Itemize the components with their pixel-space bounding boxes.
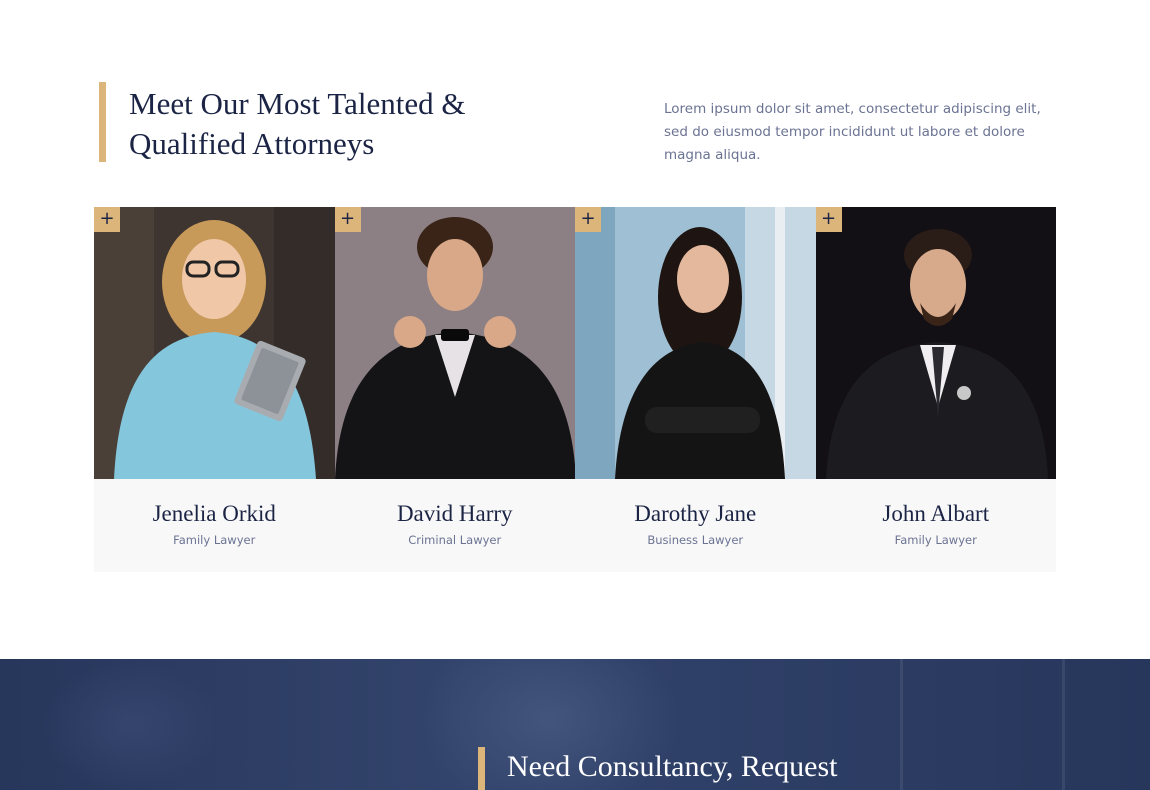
attorney-info: Darothy Jane Business Lawyer	[575, 479, 816, 572]
banner-background-streak	[1062, 659, 1065, 790]
woman-arms-crossed-photo	[575, 207, 816, 479]
title-accent-bar	[99, 82, 106, 162]
consultancy-accent-bar	[478, 747, 485, 790]
attorney-info: Jenelia Orkid Family Lawyer	[94, 479, 335, 572]
team-card-david-harry: + David Harry Criminal Lawyer	[334, 207, 576, 572]
attorney-role: Business Lawyer	[647, 533, 744, 547]
team-grid: + Jenelia Orkid Family Lawyer + David Ha…	[94, 207, 1056, 572]
consultancy-banner: Need Consultancy, Request	[0, 659, 1150, 790]
attorney-name[interactable]: Jenelia Orkid	[94, 479, 335, 529]
banner-background-streak	[900, 659, 903, 790]
team-card-jenelia-orkid: + Jenelia Orkid Family Lawyer	[94, 207, 335, 572]
attorney-role: Family Lawyer	[173, 533, 256, 547]
man-adjusting-tie-photo	[815, 207, 1056, 479]
team-card-darothy-jane: + Darothy Jane Business Lawyer	[575, 207, 816, 572]
attorney-photo: +	[815, 207, 1056, 479]
section-title-line1: Meet Our Most Talented &	[129, 86, 466, 121]
attorney-name[interactable]: John Albart	[816, 479, 1057, 529]
attorney-photo: +	[94, 207, 335, 479]
section-title-line2: Qualified Attorneys	[129, 126, 375, 161]
attorney-role: Family Lawyer	[894, 533, 977, 547]
expand-plus-button[interactable]: +	[334, 207, 361, 232]
banner-background-glow	[40, 659, 220, 790]
attorneys-section-header: Meet Our Most Talented & Qualified Attor…	[99, 82, 1059, 164]
attorney-role: Criminal Lawyer	[408, 533, 502, 547]
attorney-photo: +	[334, 207, 575, 479]
attorney-photo: +	[575, 207, 816, 479]
expand-plus-button[interactable]: +	[815, 207, 842, 232]
woman-with-tablet-photo	[94, 207, 335, 479]
section-title: Meet Our Most Talented & Qualified Attor…	[129, 84, 489, 164]
attorney-info: John Albart Family Lawyer	[815, 479, 1057, 572]
attorney-name[interactable]: David Harry	[335, 479, 576, 529]
expand-plus-button[interactable]: +	[94, 207, 120, 232]
man-adjusting-bowtie-photo	[334, 207, 575, 479]
consultancy-title: Need Consultancy, Request	[507, 750, 838, 783]
attorney-name[interactable]: Darothy Jane	[575, 479, 816, 529]
expand-plus-button[interactable]: +	[575, 207, 601, 232]
team-card-john-albart: + John Albart Family Lawyer	[815, 207, 1057, 572]
section-intro-text: Lorem ipsum dolor sit amet, consectetur …	[664, 101, 1041, 163]
attorney-info: David Harry Criminal Lawyer	[334, 479, 576, 572]
